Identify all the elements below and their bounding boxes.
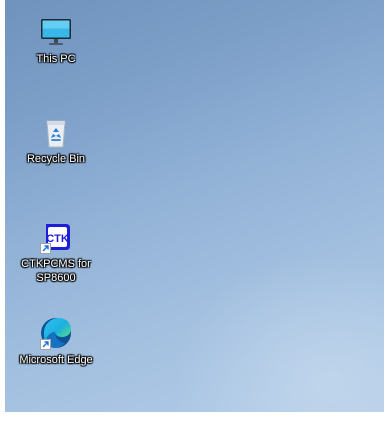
desktop-icon-label: This PC (36, 53, 76, 65)
shortcut-arrow-icon (40, 339, 51, 350)
recycle-bin-icon (38, 114, 74, 150)
desktop-icon-label: CTKPCMS for SP8600 (21, 258, 91, 284)
edge-icon (38, 315, 74, 351)
monitor-icon (38, 14, 74, 50)
desktop-background[interactable]: This PC Recycle Bin CTK CTKPCMS for SP86… (5, 0, 384, 412)
desktop-icon-this-pc[interactable]: This PC (17, 14, 95, 66)
bottom-margin (0, 412, 384, 422)
desktop-icon-edge[interactable]: Microsoft Edge (17, 315, 95, 367)
desktop-icon-label: Recycle Bin (26, 153, 86, 165)
ctk-app-icon: CTK (38, 219, 74, 255)
shortcut-arrow-icon (40, 243, 51, 254)
desktop-icon-ctkpcms[interactable]: CTK CTKPCMS for SP8600 (17, 219, 95, 285)
desktop-icon-recycle-bin[interactable]: Recycle Bin (17, 114, 95, 166)
desktop-icon-label: Microsoft Edge (19, 354, 93, 366)
